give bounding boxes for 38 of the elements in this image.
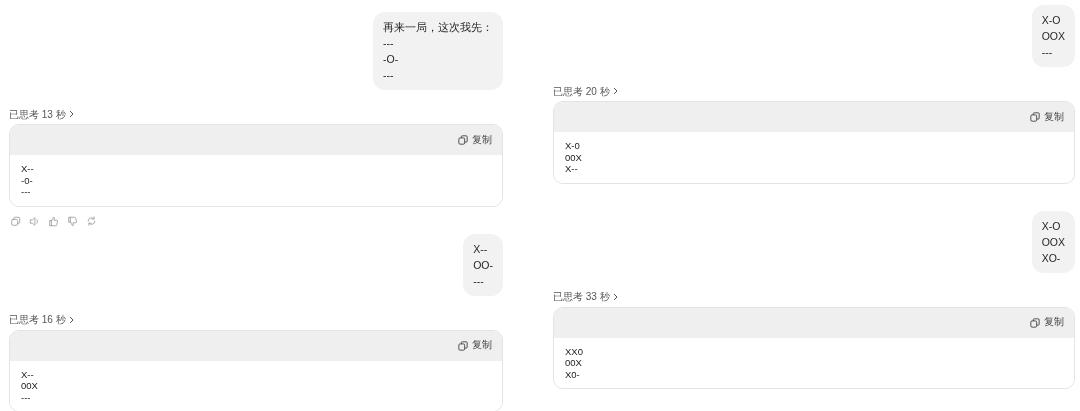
thought-duration-label[interactable]: 已思考 33 秒 xyxy=(553,289,610,304)
chevron-right-icon[interactable] xyxy=(612,87,618,95)
code-text: X-0 00X X-- xyxy=(565,140,583,175)
message-line: OO- xyxy=(473,257,493,273)
code-text: X-- 00X --- xyxy=(21,368,39,403)
chevron-right-icon[interactable] xyxy=(612,292,618,301)
message-line: --- xyxy=(1041,45,1054,60)
chevron-right-icon[interactable] xyxy=(68,315,74,324)
message-line: X-O xyxy=(1041,218,1062,234)
code-text: X-- -0- --- xyxy=(21,163,35,198)
copy-button[interactable]: 复制 xyxy=(458,338,492,353)
message-line: XO- xyxy=(1041,250,1062,266)
thought-duration-label[interactable]: 已思考 20 秒 xyxy=(553,83,610,99)
thought-duration-label[interactable]: 已思考 13 秒 xyxy=(9,106,66,122)
message-line: --- xyxy=(383,36,395,51)
copy-button[interactable]: 复制 xyxy=(1030,109,1064,125)
message-line: X-O xyxy=(1041,13,1062,28)
speaker-icon[interactable] xyxy=(29,216,40,227)
code-text: XX0 00X X0- xyxy=(565,345,584,380)
message-line: --- xyxy=(473,273,485,289)
message-line: OOX xyxy=(1041,29,1065,44)
copy-button[interactable]: 复制 xyxy=(1030,315,1064,330)
copy-icon xyxy=(458,135,468,145)
thumbs-up-icon[interactable] xyxy=(48,216,59,227)
message-line: 再来一局，这次我先： xyxy=(383,20,493,35)
thought-duration-label[interactable]: 已思考 16 秒 xyxy=(9,312,66,327)
message-line: --- xyxy=(383,68,395,83)
copy-icon xyxy=(458,340,468,351)
message-line: X-- xyxy=(473,241,489,257)
copy-button[interactable]: 复制 xyxy=(458,132,492,148)
refresh-icon[interactable] xyxy=(86,216,97,227)
chevron-right-icon[interactable] xyxy=(68,110,74,118)
message-line: OOX xyxy=(1041,234,1065,250)
copy-icon xyxy=(1030,112,1040,122)
copy-icon[interactable] xyxy=(10,216,21,227)
copy-icon xyxy=(1030,317,1040,328)
thumbs-down-icon[interactable] xyxy=(67,216,78,227)
message-line: -O- xyxy=(383,52,400,67)
